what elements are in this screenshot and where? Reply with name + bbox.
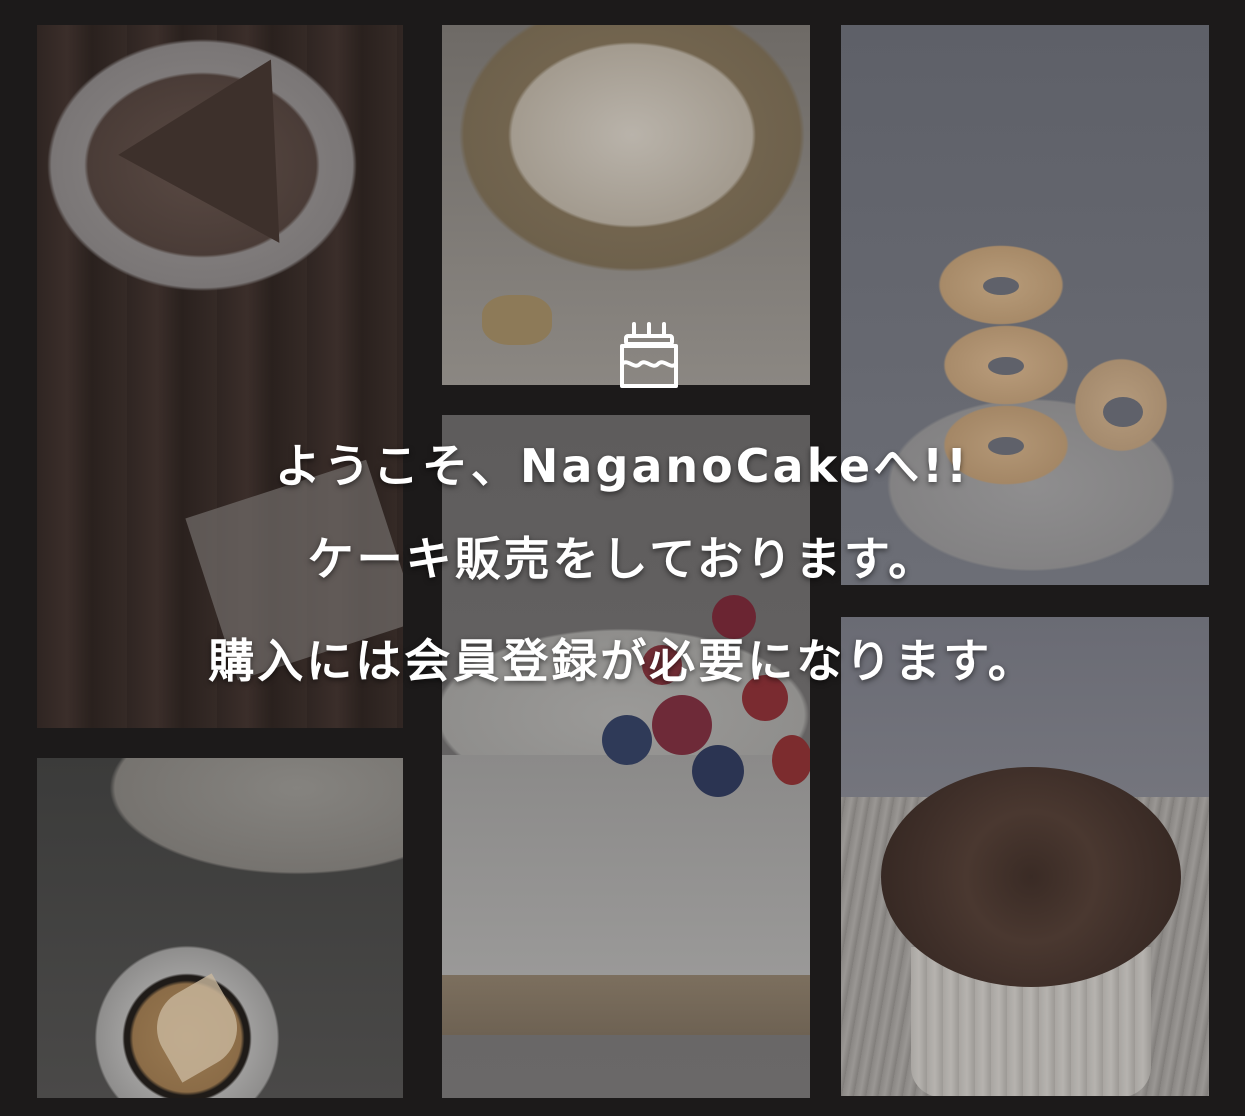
welcome-message: ようこそ、NaganoCakeへ!! xyxy=(274,439,971,493)
sales-message: ケーキ販売をしております。 xyxy=(307,532,938,586)
registration-notice: 購入には会員登録が必要になります。 xyxy=(208,634,1037,688)
birthday-cake-icon xyxy=(620,322,678,388)
welcome-overlay: ようこそ、NaganoCakeへ!! ケーキ販売をしております。 購入には会員登… xyxy=(0,0,1245,1116)
